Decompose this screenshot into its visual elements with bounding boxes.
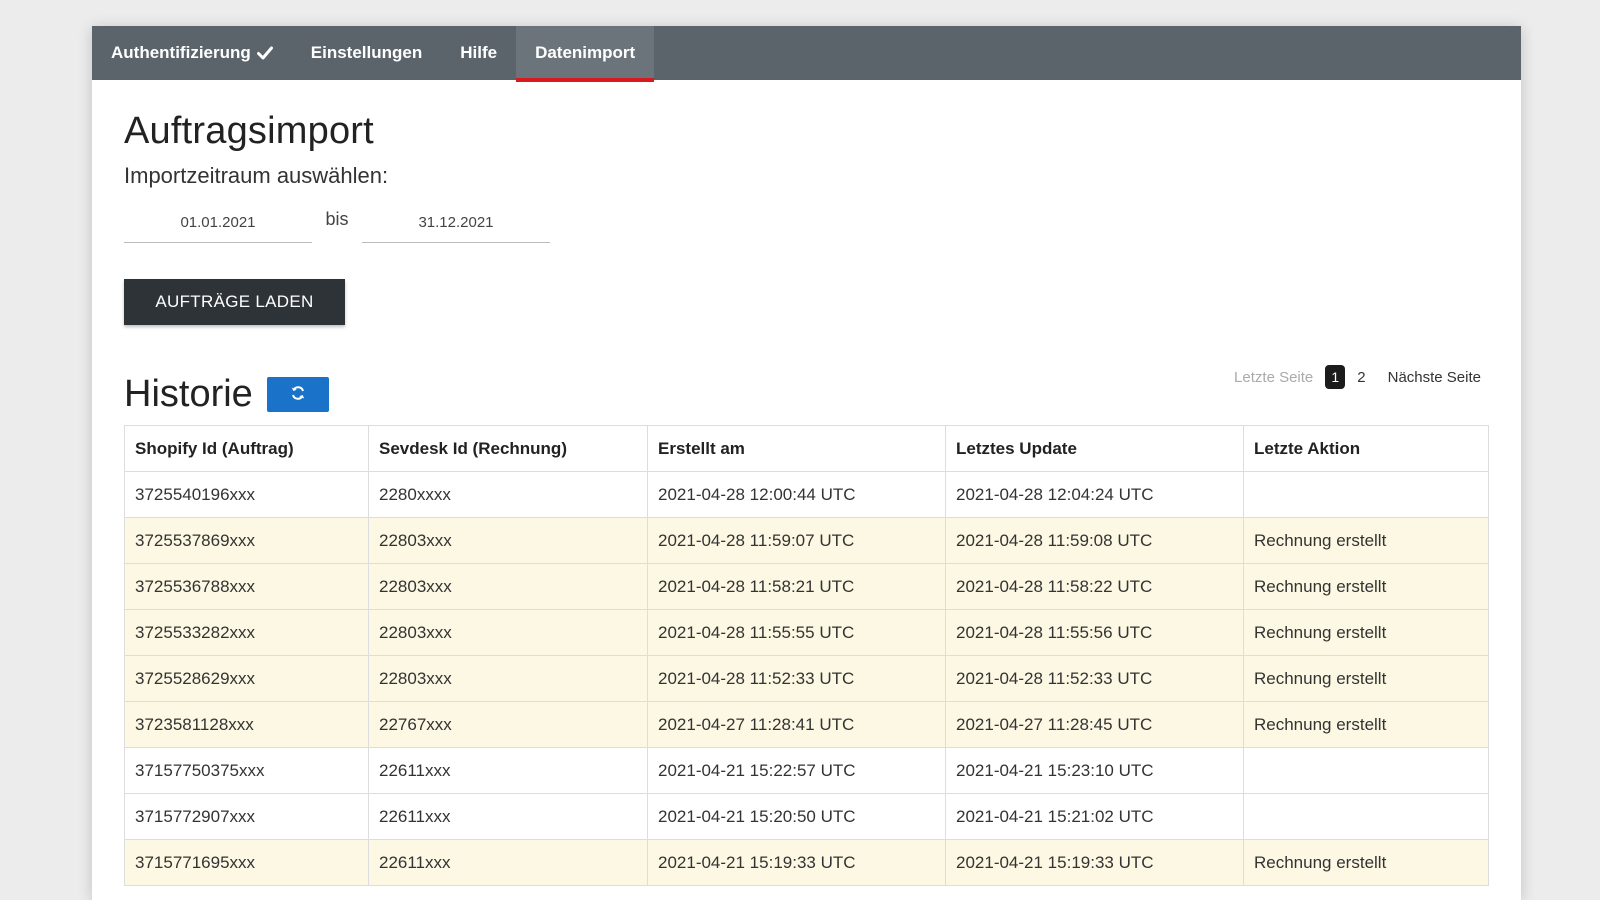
created-at-cell: 2021-04-27 11:28:41 UTC [647,701,946,748]
sevdesk-id-cell: 22803xxx [368,517,648,564]
table-row: 37157750375xxx 22611xxx 2021-04-21 15:22:5… [124,747,1489,794]
pagination: Letzte Seite 1 2 Nächste Seite [1234,365,1481,389]
shopify-id-cell: 3715772907xxx [124,793,369,840]
updated-at-cell: 2021-04-28 11:52:33 UTC [945,655,1244,702]
created-at-cell: 2021-04-28 12:00:44 UTC [647,471,946,518]
updated-at-cell: 2021-04-21 15:23:10 UTC [945,747,1244,794]
last-action-cell: Rechnung erstellt [1243,563,1489,610]
table-row: 3725537869xxx 22803xxx 2021-04-28 11:59:07… [124,517,1489,564]
pagination-prev[interactable]: Letzte Seite [1234,369,1313,386]
page-title: Auftragsimport [124,110,374,152]
sevdesk-id-cell: 22611xxx [368,747,648,794]
updated-at-cell: 2021-04-21 15:21:02 UTC [945,793,1244,840]
shopify-id-cell: 3725528629xxx [124,655,369,702]
sevdesk-id-cell: 22611xxx [368,839,648,886]
date-range-separator: bis [325,208,349,229]
main-content: Auftragsimport Importzeitraum auswählen:… [124,80,1489,886]
updated-at-cell: 2021-04-27 11:28:45 UTC [945,701,1244,748]
column-header: Letztes Update [945,425,1244,472]
last-action-cell: Rechnung erstellt [1243,609,1489,656]
nav-tab-label: Einstellungen [310,43,423,62]
pagination-next[interactable]: Nächste Seite [1388,369,1481,386]
history-header: Historie Letzte Seite 1 2 Nächste Seite [124,365,1489,415]
created-at-cell: 2021-04-28 11:55:55 UTC [647,609,946,656]
nav-tab-datenimport[interactable]: Datenimport [516,26,655,82]
last-action-cell [1243,793,1489,840]
shopify-id-cell: 3723581128xxx [124,701,369,748]
import-range-label: Importzeitraum auswählen: [124,163,389,188]
date-to-input[interactable] [362,203,550,243]
last-action-cell: Rechnung erstellt [1243,839,1489,886]
column-header: Erstellt am [647,425,946,472]
sevdesk-id-cell: 22803xxx [368,655,648,702]
created-at-cell: 2021-04-21 15:22:57 UTC [647,747,946,794]
nav-tab-einstellungen[interactable]: Einstellungen [292,26,441,80]
load-orders-button[interactable]: AUFTRÄGE LADEN [124,279,345,325]
updated-at-cell: 2021-04-28 11:59:08 UTC [945,517,1244,564]
history-title: Historie [124,372,253,415]
column-header: Shopify Id (Auftrag) [124,425,369,472]
created-at-cell: 2021-04-21 15:20:50 UTC [647,793,946,840]
table-row: 3723581128xxx 22767xxx 2021-04-27 11:28:41… [124,701,1489,748]
nav-tab-hilfe[interactable]: Hilfe [441,26,516,80]
shopify-id-cell: 3715771695xxx [124,839,369,886]
date-range: bis [124,203,1489,243]
created-at-cell: 2021-04-28 11:58:21 UTC [647,563,946,610]
updated-at-cell: 2021-04-28 11:58:22 UTC [945,563,1244,610]
table-header-row: Shopify Id (Auftrag) Sevdesk Id (Rechnun… [124,425,1489,472]
app-window: Authentifizierung Einstellungen Hilfe Da… [92,26,1521,900]
top-navbar: Authentifizierung Einstellungen Hilfe Da… [92,26,1521,82]
refresh-button[interactable] [266,376,329,412]
last-action-cell [1243,471,1489,518]
shopify-id-cell: 3725537869xxx [124,517,369,564]
created-at-cell: 2021-04-28 11:52:33 UTC [647,655,946,702]
sevdesk-id-cell: 2280xxxx [368,471,648,518]
sevdesk-id-cell: 22803xxx [368,609,648,656]
last-action-cell: Rechnung erstellt [1243,701,1489,748]
column-header: Sevdesk Id (Rechnung) [368,425,648,472]
checkmark-icon [256,46,273,60]
shopify-id-cell: 3725533282xxx [124,609,369,656]
shopify-id-cell: 3725536788xxx [124,563,369,610]
shopify-id-cell: 3725540196xxx [124,471,369,518]
pagination-page-2[interactable]: 2 [1357,369,1365,386]
nav-tab-label: Authentifizierung [111,43,251,62]
column-header: Letzte Aktion [1243,425,1489,472]
pagination-page-1[interactable]: 1 [1325,365,1346,389]
created-at-cell: 2021-04-28 11:59:07 UTC [647,517,946,564]
history-table: Shopify Id (Auftrag) Sevdesk Id (Rechnun… [124,425,1489,886]
refresh-icon [290,385,306,404]
table-row: 3725533282xxx 22803xxx 2021-04-28 11:55:55… [124,609,1489,656]
sevdesk-id-cell: 22767xxx [368,701,648,748]
nav-tab-authentifizierung[interactable]: Authentifizierung [92,26,292,80]
table-row: 3725536788xxx 22803xxx 2021-04-28 11:58:21… [124,563,1489,610]
table-row: 3725528629xxx 22803xxx 2021-04-28 11:52:33… [124,655,1489,702]
last-action-cell: Rechnung erstellt [1243,517,1489,564]
table-body: 3725540196xxx 2280xxxx 2021-04-28 12:00:44… [124,471,1489,886]
nav-tab-label: Datenimport [535,43,636,62]
updated-at-cell: 2021-04-21 15:19:33 UTC [945,839,1244,886]
sevdesk-id-cell: 22803xxx [368,563,648,610]
date-from-input[interactable] [124,203,312,243]
updated-at-cell: 2021-04-28 12:04:24 UTC [945,471,1244,518]
table-row: 3715771695xxx 22611xxx 2021-04-21 15:19:33… [124,839,1489,886]
nav-tab-label: Hilfe [460,43,498,62]
sevdesk-id-cell: 22611xxx [368,793,648,840]
created-at-cell: 2021-04-21 15:19:33 UTC [647,839,946,886]
shopify-id-cell: 37157750375xxx [124,747,369,794]
last-action-cell: Rechnung erstellt [1243,655,1489,702]
updated-at-cell: 2021-04-28 11:55:56 UTC [945,609,1244,656]
table-row: 3725540196xxx 2280xxxx 2021-04-28 12:00:44… [124,471,1489,518]
last-action-cell [1243,747,1489,794]
table-row: 3715772907xxx 22611xxx 2021-04-21 15:20:50… [124,793,1489,840]
